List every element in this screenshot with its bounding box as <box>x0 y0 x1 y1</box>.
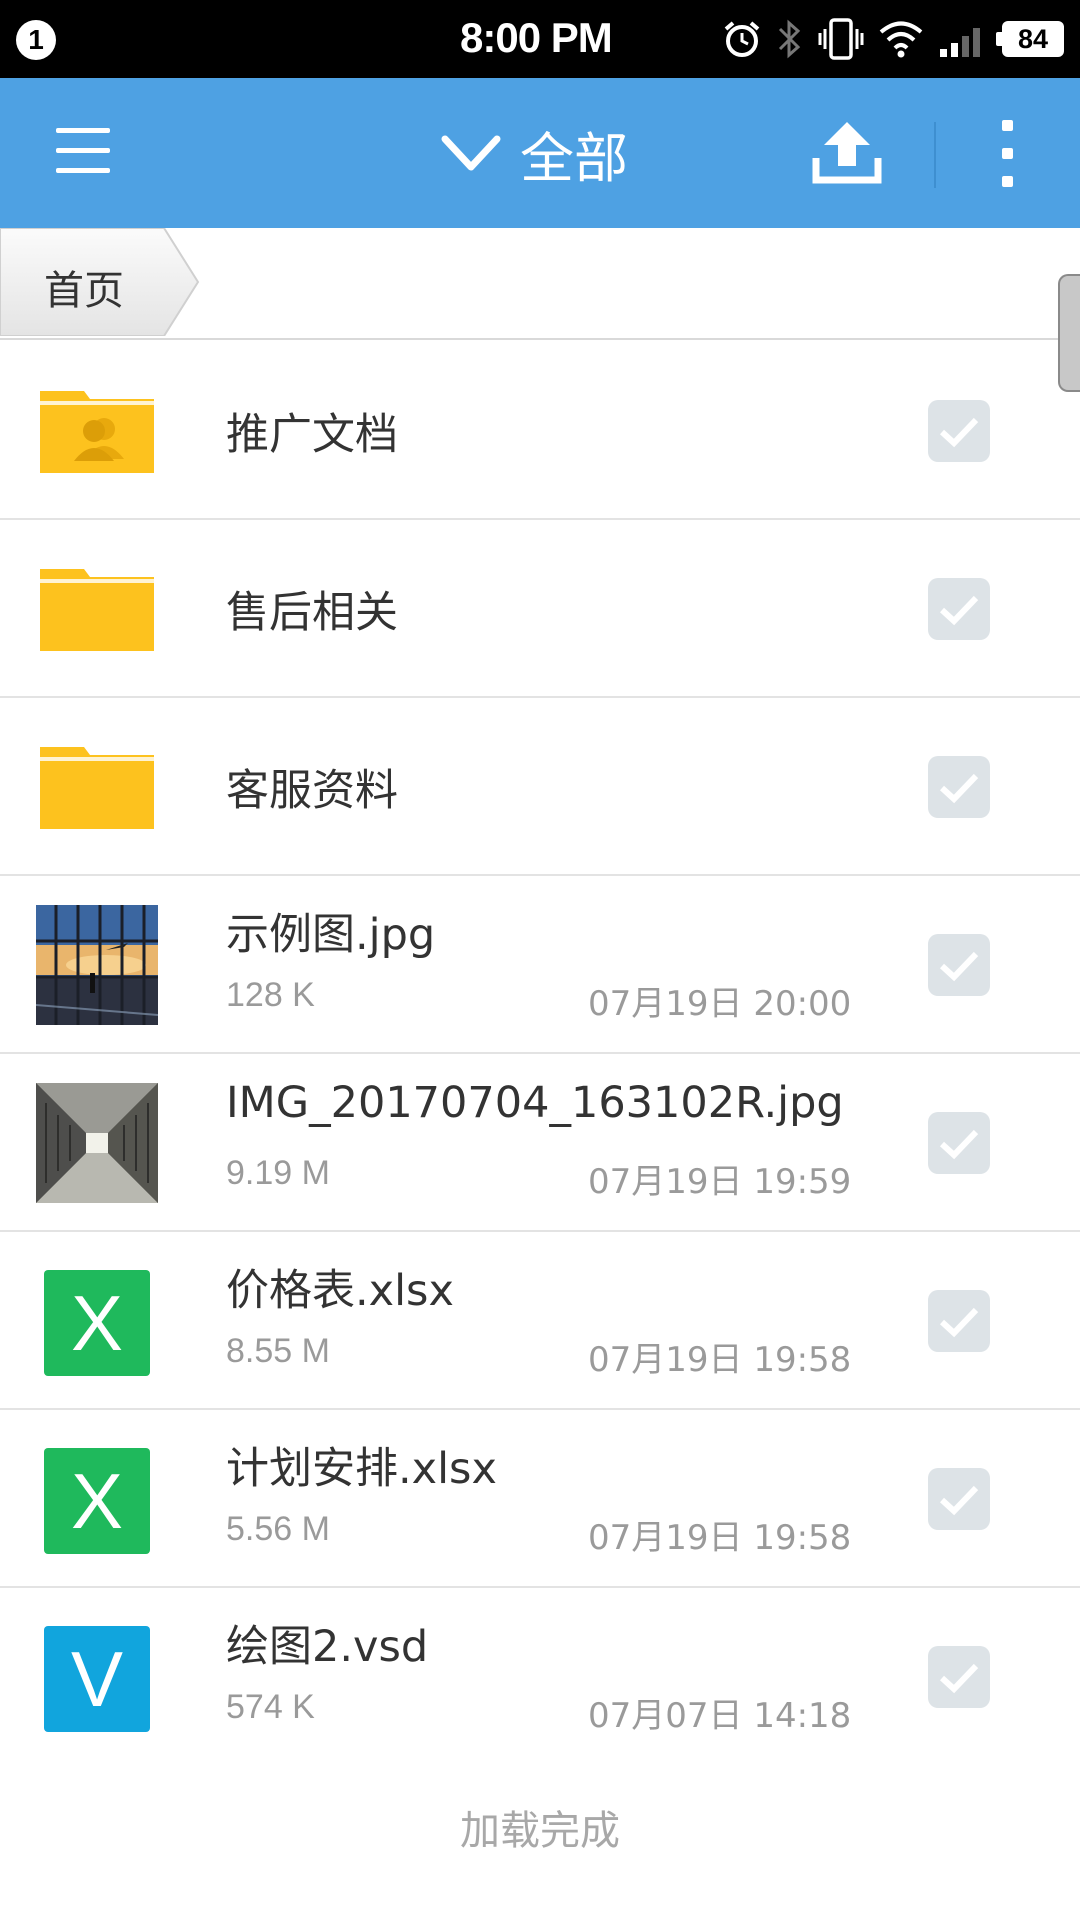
file-size: 9.19 M <box>226 1154 330 1192</box>
checkmark-icon <box>939 417 979 448</box>
file-name: 售后相关 <box>226 588 398 638</box>
breadcrumb-home-label: 首页 <box>44 268 124 314</box>
file-date: 07月19日 20:00 <box>588 984 852 1024</box>
file-name: 推广文档 <box>226 410 398 460</box>
list-item[interactable]: X 计划安排.xlsx 5.56 M 07月19日 19:58 <box>0 1410 1080 1588</box>
list-item[interactable]: 售后相关 <box>0 520 1080 698</box>
list-item[interactable]: 客服资料 <box>0 698 1080 876</box>
file-date: 07月19日 19:58 <box>588 1340 852 1380</box>
image-thumbnail <box>36 905 158 1025</box>
file-name: 示例图.jpg <box>226 910 436 960</box>
select-checkbox[interactable] <box>928 1290 990 1352</box>
checkmark-icon <box>939 1129 979 1160</box>
folder-filter-dropdown[interactable]: 全部 <box>440 116 628 190</box>
app-bar-divider <box>934 122 936 188</box>
list-item[interactable]: 推广文档 <box>0 342 1080 520</box>
breadcrumb: 首页 <box>0 228 1080 340</box>
status-time: 8:00 PM <box>460 14 613 61</box>
bluetooth-icon <box>778 19 801 59</box>
status-bar: 1 8:00 PM 84 <box>0 0 1080 78</box>
select-checkbox[interactable] <box>928 756 990 818</box>
app-bar: 全部 <box>0 78 1080 228</box>
load-complete-label: 加载完成 <box>460 1808 620 1854</box>
select-checkbox[interactable] <box>928 400 990 462</box>
file-list: 推广文档 售后相关 客服资料 示例图.jpg 128 K 07月19日 20:0… <box>0 342 1080 1766</box>
select-checkbox[interactable] <box>928 578 990 640</box>
excel-icon: X <box>44 1270 150 1376</box>
file-size: 8.55 M <box>226 1332 330 1370</box>
breadcrumb-home[interactable]: 首页 <box>0 228 200 336</box>
file-name: 客服资料 <box>226 766 398 816</box>
file-name: IMG_20170704_163102R.jpg <box>226 1078 844 1128</box>
list-item[interactable]: X 价格表.xlsx 8.55 M 07月19日 19:58 <box>0 1232 1080 1410</box>
file-name: 计划安排.xlsx <box>226 1444 497 1494</box>
chevron-down-icon <box>441 135 501 171</box>
wifi-icon <box>879 21 923 58</box>
menu-icon[interactable] <box>56 128 112 178</box>
file-size: 128 K <box>226 976 315 1014</box>
notification-count-badge: 1 <box>16 20 56 60</box>
upload-icon[interactable] <box>812 118 882 188</box>
select-checkbox[interactable] <box>928 934 990 996</box>
file-size: 5.56 M <box>226 1510 330 1548</box>
image-thumbnail <box>36 1083 158 1203</box>
signal-icon <box>940 28 980 57</box>
battery-icon: 84 <box>996 21 1064 57</box>
visio-icon: V <box>44 1626 150 1732</box>
file-name: 绘图2.vsd <box>226 1622 429 1672</box>
checkmark-icon <box>939 1485 979 1516</box>
folder-icon <box>40 569 154 651</box>
checkmark-icon <box>939 1663 979 1694</box>
checkmark-icon <box>939 1307 979 1338</box>
checkmark-icon <box>939 951 979 982</box>
list-item[interactable]: 示例图.jpg 128 K 07月19日 20:00 <box>0 876 1080 1054</box>
select-checkbox[interactable] <box>928 1112 990 1174</box>
file-date: 07月19日 19:59 <box>588 1162 852 1202</box>
folder-icon <box>40 747 154 829</box>
alarm-icon <box>724 21 760 57</box>
list-item[interactable]: V 绘图2.vsd 574 K 07月07日 14:18 <box>0 1588 1080 1766</box>
file-name: 价格表.xlsx <box>226 1266 454 1316</box>
vibrate-icon <box>818 18 864 60</box>
excel-icon: X <box>44 1448 150 1554</box>
file-date: 07月07日 14:18 <box>588 1696 852 1736</box>
status-icons: 84 <box>722 14 1064 64</box>
app-bar-title: 全部 <box>520 126 628 190</box>
checkmark-icon <box>939 773 979 804</box>
select-checkbox[interactable] <box>928 1468 990 1530</box>
select-checkbox[interactable] <box>928 1646 990 1708</box>
shared-folder-icon <box>40 391 154 473</box>
file-date: 07月19日 19:58 <box>588 1518 852 1558</box>
more-vert-icon[interactable] <box>990 120 1026 190</box>
checkmark-icon <box>939 595 979 626</box>
file-size: 574 K <box>226 1688 315 1726</box>
list-item[interactable]: IMG_20170704_163102R.jpg 9.19 M 07月19日 1… <box>0 1054 1080 1232</box>
